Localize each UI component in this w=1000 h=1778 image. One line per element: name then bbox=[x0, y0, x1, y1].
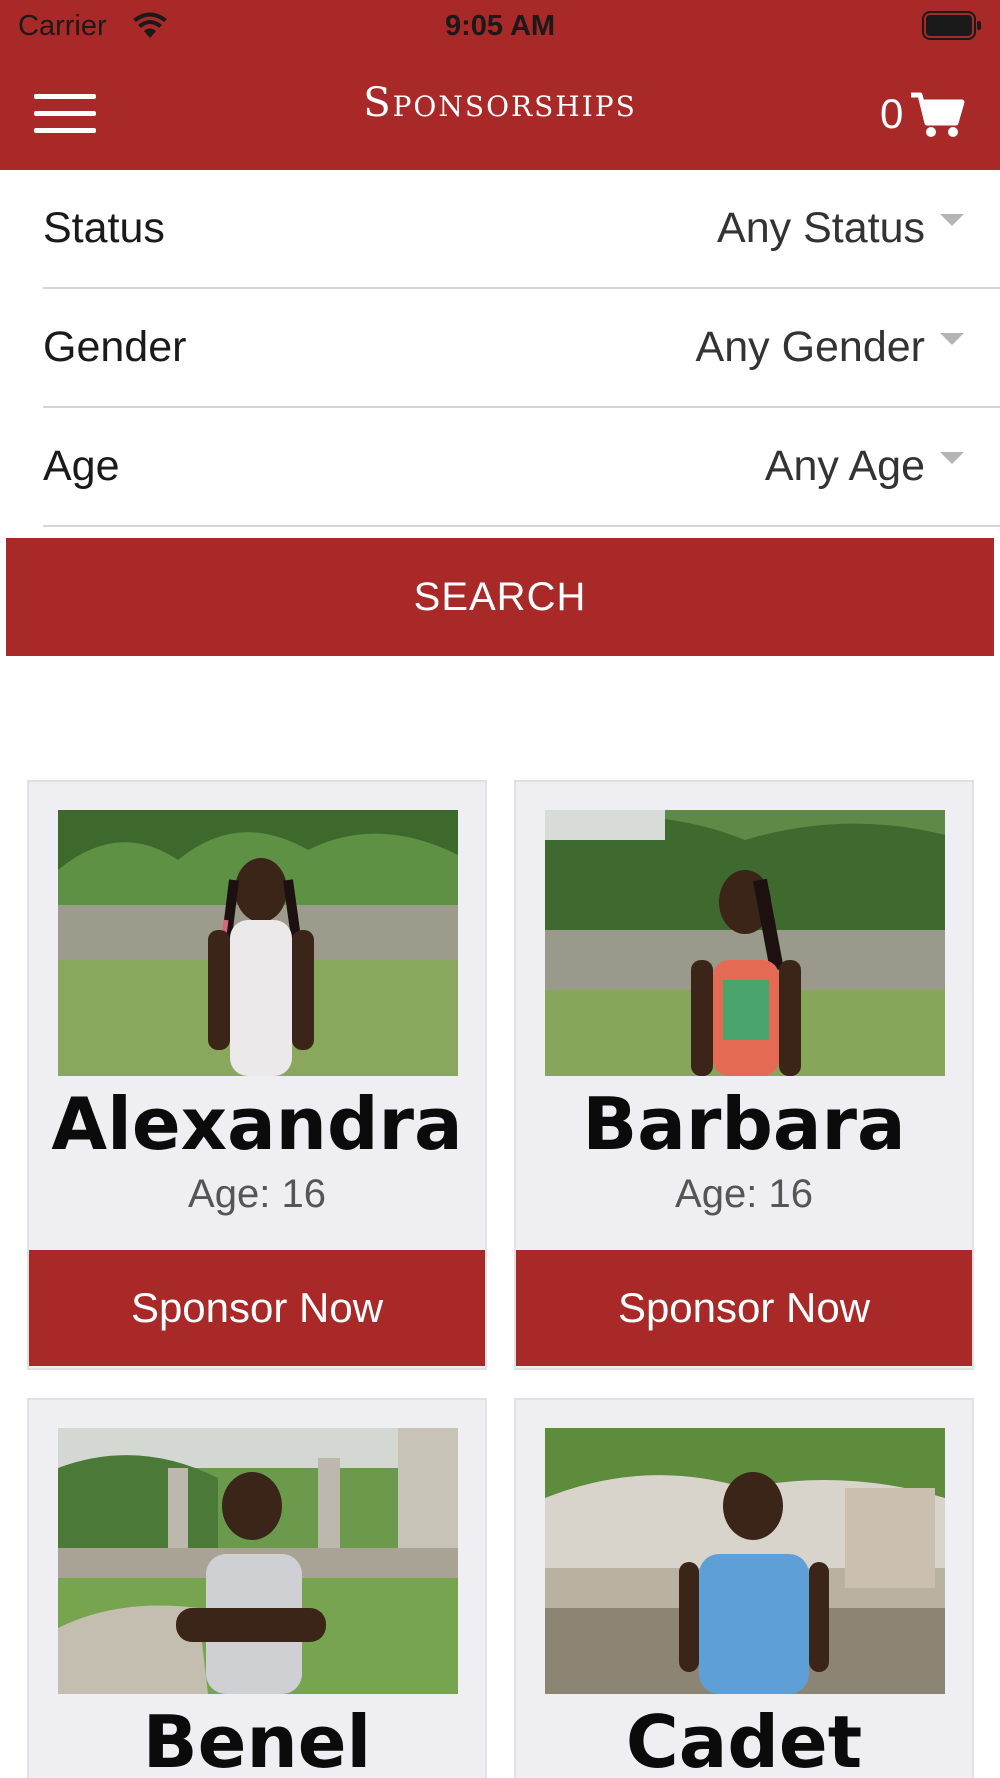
child-card: Barbara Age: 16 Sponsor Now bbox=[514, 780, 974, 1370]
child-card: Alexandra Age: 16 Sponsor Now bbox=[27, 780, 487, 1370]
child-card: Cadet bbox=[514, 1398, 974, 1778]
gender-filter[interactable]: Gender Any Gender bbox=[43, 289, 1000, 408]
child-photo bbox=[58, 810, 458, 1076]
dropdown-caret-icon bbox=[940, 214, 964, 226]
filter-list: Status Any Status Gender Any Gender Age … bbox=[0, 170, 1000, 527]
top-bar: Carrier 9:05 AM Sponsorships 0 bbox=[0, 0, 1000, 170]
child-photo bbox=[545, 810, 945, 1076]
filter-label: Status bbox=[43, 204, 165, 252]
child-photo bbox=[545, 1428, 945, 1694]
status-bar: Carrier 9:05 AM bbox=[0, 0, 1000, 56]
filter-value[interactable]: Any Status bbox=[717, 204, 925, 253]
child-name: Barbara bbox=[582, 1082, 906, 1166]
clock: 9:05 AM bbox=[444, 10, 556, 42]
filter-label: Age bbox=[43, 442, 120, 490]
page-title: Sponsorships bbox=[363, 80, 637, 126]
child-age: Age: 16 bbox=[675, 1172, 813, 1216]
child-name: Benel bbox=[142, 1700, 372, 1778]
filter-value[interactable]: Any Gender bbox=[696, 323, 925, 372]
child-name: Alexandra bbox=[51, 1082, 463, 1166]
child-age: Age: 16 bbox=[188, 1172, 326, 1216]
dropdown-caret-icon bbox=[940, 333, 964, 345]
child-photo bbox=[58, 1428, 458, 1694]
filter-value[interactable]: Any Age bbox=[765, 442, 925, 491]
child-card: Benel bbox=[27, 1398, 487, 1778]
filter-label: Gender bbox=[43, 323, 187, 371]
shopping-cart-icon bbox=[911, 92, 965, 137]
status-filter[interactable]: Status Any Status bbox=[43, 170, 1000, 289]
cart-count: 0 bbox=[880, 90, 904, 137]
child-name: Cadet bbox=[625, 1700, 863, 1778]
sponsor-now-button[interactable]: Sponsor Now bbox=[29, 1250, 485, 1366]
nav-bar: Sponsorships 0 bbox=[0, 56, 1000, 170]
cart-button[interactable]: 0 bbox=[880, 86, 965, 142]
search-button[interactable]: SEARCH bbox=[6, 538, 994, 656]
battery-icon bbox=[922, 11, 981, 40]
dropdown-caret-icon bbox=[940, 452, 964, 464]
age-filter[interactable]: Age Any Age bbox=[43, 408, 1000, 527]
sponsor-now-button[interactable]: Sponsor Now bbox=[516, 1250, 972, 1366]
